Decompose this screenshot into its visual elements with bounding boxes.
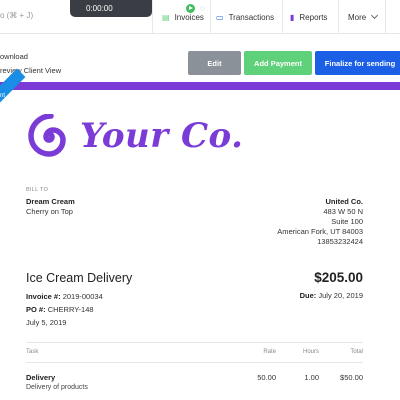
brand-strip <box>0 82 400 90</box>
nav-divider <box>338 0 339 34</box>
po-number: PO #: CHERRY-148 <box>26 305 94 314</box>
nav-divider <box>282 0 283 34</box>
row-hours: 1.00 <box>304 373 319 382</box>
nav-item-invoices[interactable]: ▤ Invoices <box>162 0 204 34</box>
nav-item-transactions[interactable]: ▭ Transactions <box>216 0 274 34</box>
sender-address-line: Suite 100 <box>331 217 363 226</box>
nav-item-more[interactable]: More <box>348 0 379 34</box>
invoice-icon: ▤ <box>162 12 170 22</box>
invoice-total: $205.00 <box>314 270 363 285</box>
row-total: $50.00 <box>340 373 363 382</box>
column-header-rate: Rate <box>263 349 276 355</box>
sender-address-line: American Fork, UT 84003 <box>277 227 363 236</box>
row-description: Delivery of products <box>26 384 88 391</box>
invoice-page: o (⌘ + J) 0:00:00 ◌ ▤ Invoices ▭ Transac… <box>0 0 400 400</box>
transactions-icon: ▭ <box>216 12 224 22</box>
column-header-total: Total <box>350 349 363 355</box>
invoice-number-label: Invoice #: <box>26 292 61 301</box>
row-task: Delivery <box>26 373 56 382</box>
invoice-date: July 5, 2019 <box>26 318 67 327</box>
client-subtitle: Cherry on Top <box>26 207 73 216</box>
due-date-value: July 20, 2019 <box>318 291 363 300</box>
nav-item-label: Reports <box>299 12 328 22</box>
invoice-number-value: 2019-00034 <box>62 292 103 301</box>
invoice-number: Invoice #: 2019-00034 <box>26 292 103 301</box>
top-nav: o (⌘ + J) 0:00:00 ◌ ▤ Invoices ▭ Transac… <box>0 0 400 34</box>
table-header-divider <box>26 362 363 363</box>
sender-name: United Co. <box>325 197 364 206</box>
company-logo-text: Your Co. <box>80 116 244 156</box>
nav-divider <box>385 0 386 34</box>
sender-address-line: 483 W 50 N <box>323 207 363 216</box>
po-number-label: PO #: <box>26 305 46 314</box>
preview-client-view-link[interactable]: review Client View <box>0 66 61 75</box>
nav-item-label: Invoices <box>174 12 204 22</box>
bill-to-label: BILL TO <box>26 187 49 193</box>
timer-widget: 0:00:00 ◌ <box>70 0 205 17</box>
download-link[interactable]: ownload <box>0 52 28 61</box>
client-name: Dream Cream <box>26 197 75 206</box>
status-ribbon-label: nt <box>0 93 6 99</box>
company-logo-icon <box>28 114 66 157</box>
timer-value: 0:00:00 <box>86 4 113 13</box>
due-date-label: Due: <box>299 291 317 300</box>
search-shortcut-hint[interactable]: o (⌘ + J) <box>0 11 33 20</box>
sender-phone: 13853232424 <box>317 237 363 246</box>
invoice-title: Ice Cream Delivery <box>26 271 133 285</box>
add-payment-button[interactable]: Add Payment <box>244 51 312 75</box>
column-header-task: Task <box>26 349 39 355</box>
edit-button[interactable]: Edit <box>188 51 241 75</box>
finalize-button[interactable]: Finalize for sending <box>315 51 400 75</box>
nav-item-label: Transactions <box>228 12 275 22</box>
row-rate: 50.00 <box>257 373 276 382</box>
column-header-hours: Hours <box>302 349 319 355</box>
po-number-value: CHERRY-148 <box>47 305 94 314</box>
table-top-divider <box>26 342 363 343</box>
nav-divider <box>210 0 211 34</box>
reports-icon: ▮ <box>290 12 295 22</box>
chevron-down-icon <box>371 11 379 20</box>
nav-item-reports[interactable]: ▮ Reports <box>290 0 327 34</box>
due-date: Due: July 20, 2019 <box>300 291 363 300</box>
nav-item-label: More <box>348 12 367 22</box>
sender-address: United Co. 483 W 50 N Suite 100 American… <box>277 197 363 247</box>
nav-divider <box>152 0 153 34</box>
